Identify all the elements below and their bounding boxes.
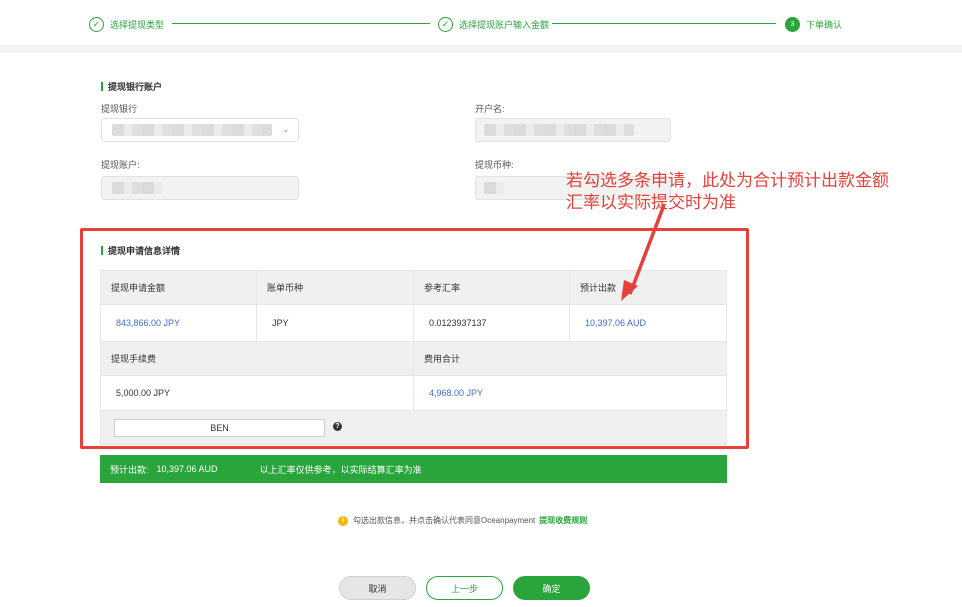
cancel-button[interactable]: 取消	[339, 576, 416, 600]
annotation-text: 若勾选多条申请，此处为合计预计出款金额 汇率以实际提交时为准	[566, 170, 889, 214]
annotation-line-1: 若勾选多条申请，此处为合计预计出款金额	[566, 171, 889, 191]
annotation-line-2: 汇率以实际提交时为准	[566, 193, 736, 213]
payout-summary-banner: 预计出款: 10,397.06 AUD 以上汇率仅供参考，以实际结算汇率为准	[100, 455, 727, 483]
banner-amount: 10,397.06 AUD	[156, 464, 218, 474]
agreement-notice: i 勾选出款信息，并点击确认代表同意Oceanpayment 提现收费规则	[338, 515, 587, 526]
info-icon: i	[338, 515, 348, 526]
confirm-button[interactable]: 确定	[513, 576, 590, 600]
notice-text: 勾选出款信息，并点击确认代表同意Oceanpayment	[353, 516, 536, 525]
fee-rules-link[interactable]: 提现收费规则	[539, 515, 587, 526]
banner-note: 以上汇率仅供参考，以实际结算汇率为准	[259, 464, 422, 475]
banner-label: 预计出款:	[110, 464, 149, 475]
previous-step-button[interactable]: 上一步	[426, 576, 503, 600]
